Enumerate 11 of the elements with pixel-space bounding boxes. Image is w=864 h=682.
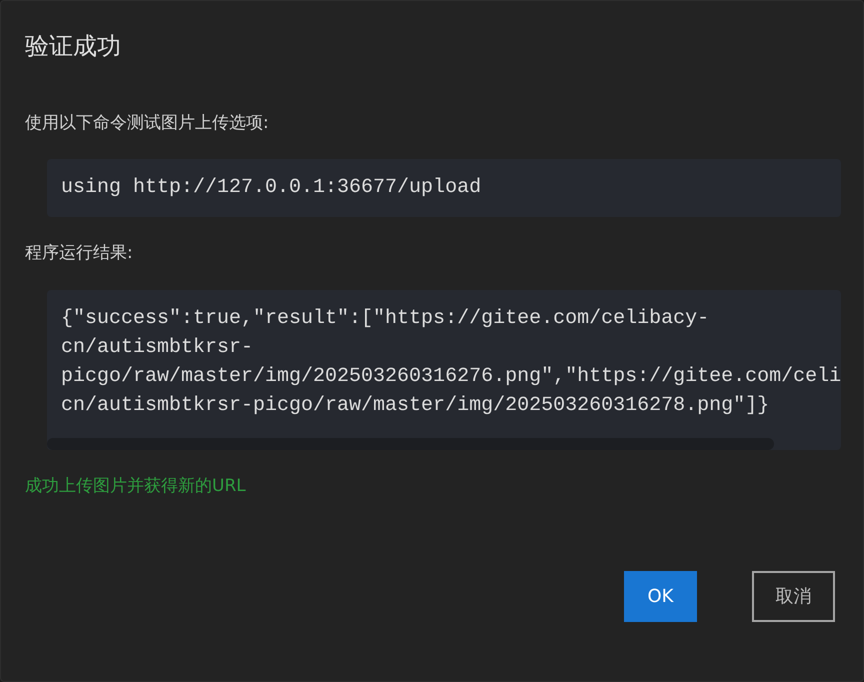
code-block: using http://127.0.0.1:36677/upload	[47, 159, 841, 217]
result-label: 程序运行结果:	[25, 242, 134, 265]
code-line: picgo/raw/master/img/202503260316276.png","https://gitee.com/celi	[61, 364, 841, 390]
code-line: cn/autismbtkrsr-	[61, 335, 254, 361]
cancel-button[interactable]: 取消	[752, 570, 835, 622]
dialog-title: 验证成功	[25, 31, 122, 62]
code-line: cn/autismbtkrsr-picgo/raw/master/img/202503260316278.png"]}	[61, 393, 770, 419]
ok-button[interactable]: OK	[624, 570, 697, 622]
command-label: 使用以下命令测试图片上传选项:	[25, 112, 270, 135]
success-message: 成功上传图片并获得新的URL	[25, 475, 247, 498]
code-line: {"success":true,"result":["https://gitee.com/celibacy-	[61, 306, 710, 332]
